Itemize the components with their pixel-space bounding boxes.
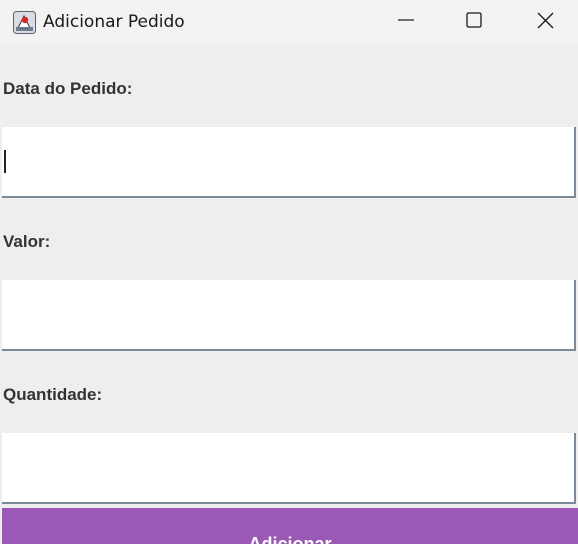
quantity-input[interactable] xyxy=(2,433,576,504)
value-input[interactable] xyxy=(2,280,576,351)
quantity-label: Quantidade: xyxy=(3,385,103,404)
title-bar[interactable]: Adicionar Pedido xyxy=(0,0,578,45)
order-date-label: Data do Pedido: xyxy=(3,79,133,98)
close-button[interactable] xyxy=(510,0,578,45)
java-app-icon xyxy=(13,11,36,34)
text-cursor xyxy=(4,150,6,173)
maximize-icon xyxy=(466,12,482,33)
order-date-input[interactable] xyxy=(2,127,576,198)
minimize-button[interactable] xyxy=(371,0,441,45)
add-order-window: Adicionar Pedido Data do Pedido: Valor: xyxy=(0,0,578,544)
close-icon xyxy=(537,12,554,34)
minimize-icon xyxy=(398,12,414,33)
window-title: Adicionar Pedido xyxy=(43,12,185,32)
value-label: Valor: xyxy=(3,232,51,251)
maximize-button[interactable] xyxy=(439,0,509,45)
add-order-button[interactable]: Adicionar xyxy=(2,508,578,544)
